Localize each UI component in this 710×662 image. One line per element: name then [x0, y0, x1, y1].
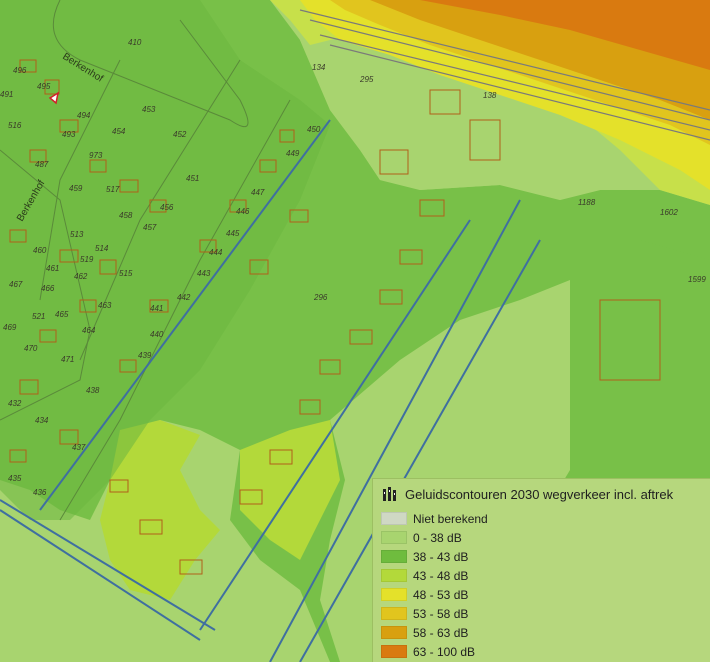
parcel-label: 435 [8, 474, 22, 483]
parcel-label: 464 [82, 326, 96, 335]
parcel-label: 451 [186, 174, 199, 183]
legend-header: Geluidscontouren 2030 wegverkeer incl. a… [373, 479, 710, 509]
parcel-label: 515 [119, 269, 133, 278]
legend-label: 43 - 48 dB [413, 568, 469, 583]
parcel-label: 456 [160, 203, 174, 212]
layers-icon[interactable] [381, 485, 399, 503]
parcel-label: 459 [69, 184, 83, 193]
legend-item: 38 - 43 dB [373, 547, 710, 566]
parcel-label: 465 [55, 310, 69, 319]
legend-swatch [381, 645, 407, 658]
parcel-label: 1602 [660, 208, 678, 217]
parcel-label: 441 [150, 304, 163, 313]
legend-swatch [381, 626, 407, 639]
parcel-label: 453 [142, 105, 156, 114]
parcel-label: 452 [173, 130, 187, 139]
parcel-label: 1188 [578, 198, 596, 207]
parcel-label: 517 [106, 185, 120, 194]
parcel-label: 458 [119, 211, 133, 220]
legend-swatch [381, 569, 407, 582]
legend-list: Niet berekend 0 - 38 dB 38 - 43 dB 43 - 48 … [373, 509, 710, 661]
parcel-label: 471 [61, 355, 74, 364]
parcel-label: 463 [98, 301, 112, 310]
legend-label: 58 - 63 dB [413, 625, 469, 640]
parcel-label: 467 [9, 280, 23, 289]
parcel-label: 494 [77, 111, 91, 120]
parcel-label: 513 [70, 230, 84, 239]
parcel-label: 516 [8, 121, 22, 130]
parcel-label: 437 [72, 443, 86, 452]
legend-item: 48 - 53 dB [373, 585, 710, 604]
parcel-label: 470 [24, 344, 38, 353]
parcel-label: 442 [177, 293, 191, 302]
legend-item: 43 - 48 dB [373, 566, 710, 585]
legend-label: 53 - 58 dB [413, 606, 469, 621]
parcel-label: 519 [80, 255, 94, 264]
parcel-label: 493 [62, 130, 76, 139]
parcel-label: 457 [143, 223, 157, 232]
parcel-label: 440 [150, 330, 164, 339]
parcel-label: 462 [74, 272, 88, 281]
legend-swatch [381, 531, 407, 544]
parcel-label: 138 [483, 91, 497, 100]
parcel-label: 295 [359, 75, 374, 84]
legend-title: Geluidscontouren 2030 wegverkeer incl. a… [405, 486, 674, 502]
legend-label: 63 - 100 dB [413, 644, 476, 659]
parcel-label: 447 [251, 188, 265, 197]
parcel-label: 973 [89, 151, 103, 160]
parcel-label: 449 [286, 149, 300, 158]
parcel-label: 432 [8, 399, 22, 408]
legend-item: 63 - 100 dB [373, 642, 710, 661]
parcel-label: 444 [209, 248, 223, 257]
parcel-label: 446 [236, 207, 250, 216]
parcel-label: 491 [0, 90, 13, 99]
parcel-label: 1599 [688, 275, 706, 284]
legend-swatch [381, 550, 407, 563]
parcel-label: 521 [32, 312, 45, 321]
parcel-label: 443 [197, 269, 211, 278]
legend-label: 0 - 38 dB [413, 530, 462, 545]
legend-swatch [381, 512, 407, 525]
parcel-label: 495 [37, 82, 51, 91]
legend-swatch [381, 588, 407, 601]
legend-item: 0 - 38 dB [373, 528, 710, 547]
parcel-label: 469 [3, 323, 17, 332]
legend-label: 38 - 43 dB [413, 549, 469, 564]
legend-panel: Geluidscontouren 2030 wegverkeer incl. a… [372, 478, 710, 662]
parcel-label: 436 [33, 488, 47, 497]
parcel-label: 410 [128, 38, 142, 47]
legend-item: Niet berekend [373, 509, 710, 528]
parcel-label: 450 [307, 125, 321, 134]
legend-item: 53 - 58 dB [373, 604, 710, 623]
parcel-label: 514 [95, 244, 109, 253]
parcel-label: 438 [86, 386, 100, 395]
parcel-label: 445 [226, 229, 240, 238]
legend-swatch [381, 607, 407, 620]
parcel-label: 296 [313, 293, 328, 302]
parcel-label: 454 [112, 127, 126, 136]
parcel-label: 461 [46, 264, 59, 273]
legend-item: 58 - 63 dB [373, 623, 710, 642]
parcel-label: 460 [33, 246, 47, 255]
parcel-label: 487 [35, 160, 49, 169]
legend-label: 48 - 53 dB [413, 587, 469, 602]
legend-label: Niet berekend [413, 511, 488, 526]
parcel-label: 434 [35, 416, 49, 425]
parcel-label: 496 [13, 66, 27, 75]
parcel-label: 439 [138, 351, 152, 360]
parcel-label: 134 [312, 63, 326, 72]
parcel-label: 466 [41, 284, 55, 293]
